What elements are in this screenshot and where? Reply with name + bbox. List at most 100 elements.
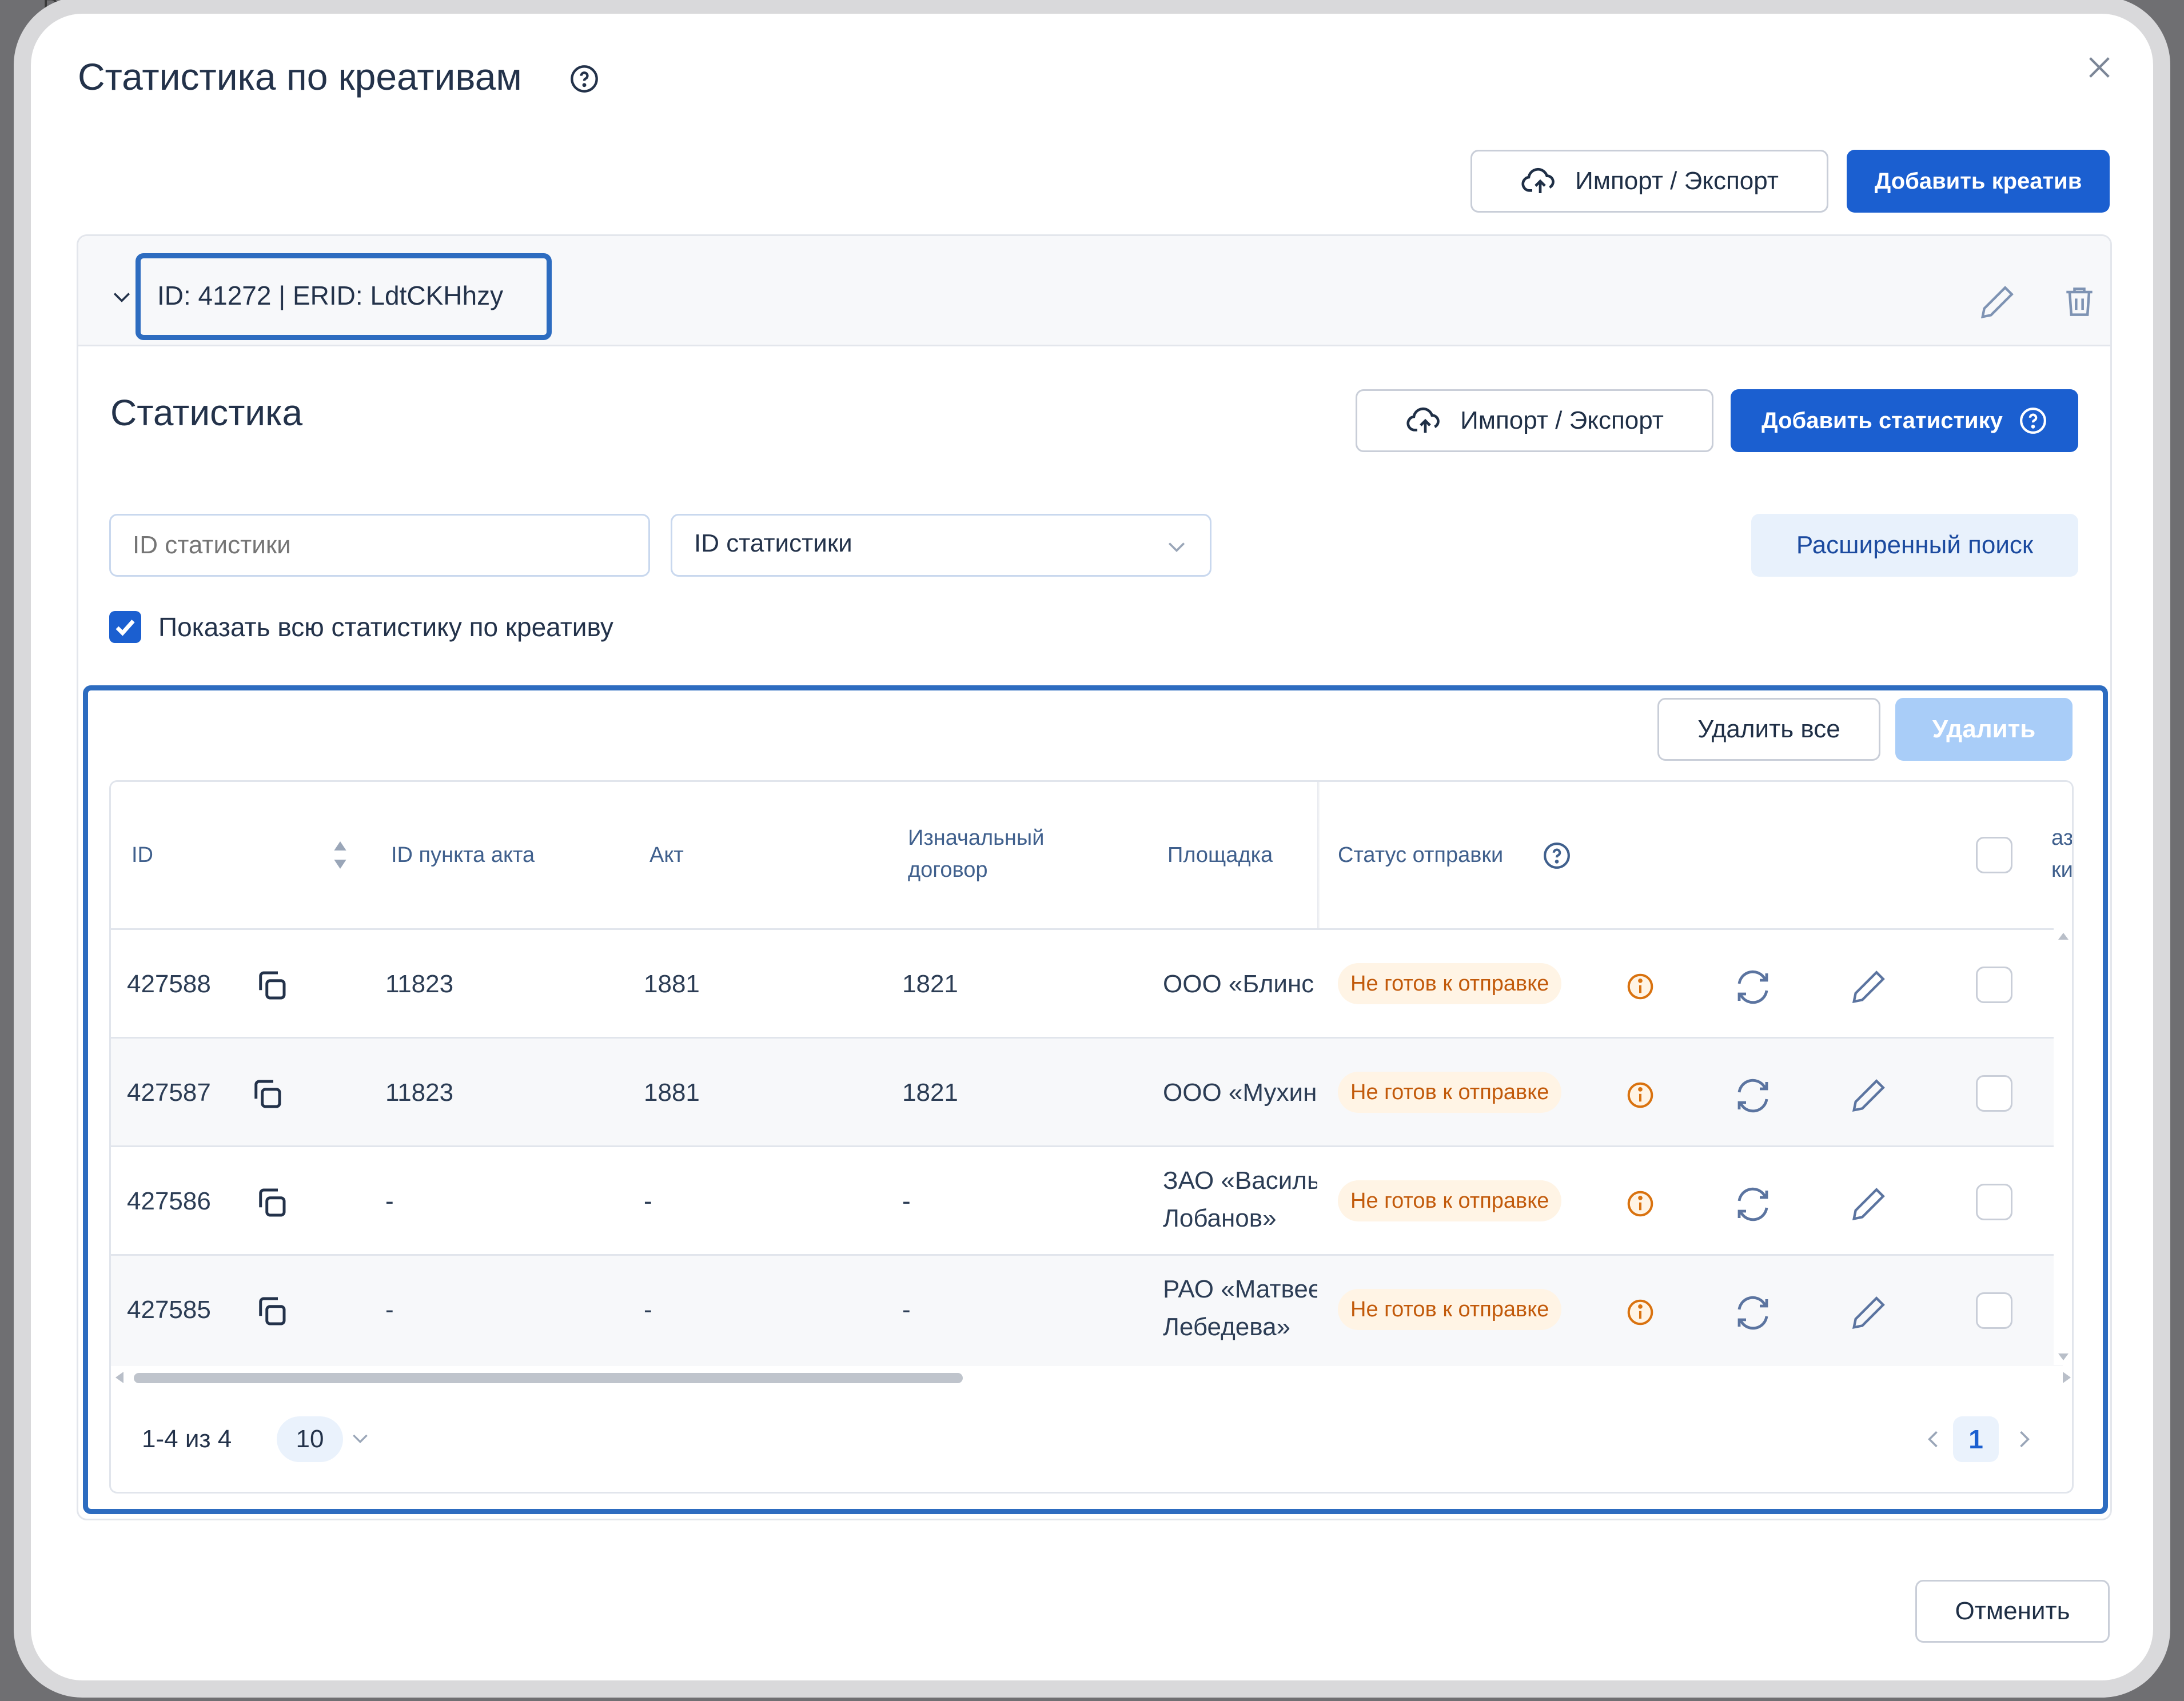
table-row: 427587 11823 1881 1821 ООО «Мухин Не гот… [111,1037,2063,1147]
row-platform-line2: Лобанов» [1163,1204,1277,1232]
horizontal-scrollbar[interactable] [111,1366,2072,1389]
row-platform: ООО «Мухин [1163,1079,1317,1107]
chevron-down-icon [1164,534,1189,559]
row-contract: - [902,1296,911,1324]
top-import-export-button[interactable]: Импорт / Экспорт [1470,150,1828,213]
table-row: 427588 11823 1881 1821 ООО «Блинс Не гот… [111,928,2063,1039]
pencil-icon[interactable] [1849,1292,1889,1332]
row-act: 1881 [644,1079,700,1107]
row-contract: - [902,1187,911,1215]
bg-required-mark: * [16,275,26,305]
column-original-contract: Изначальный договор [908,826,1045,882]
row-id: 427585 [127,1296,211,1324]
pencil-icon[interactable] [1849,1184,1889,1224]
page-size-select[interactable]: 10 [277,1416,343,1462]
page-number-current[interactable]: 1 [1953,1416,1999,1462]
section-title: Статистика [110,392,303,433]
row-id: 427586 [127,1187,211,1215]
info-icon[interactable] [1625,1080,1656,1111]
chevron-right-icon[interactable] [2011,1427,2036,1452]
modal-title: Статистика по креативам [78,55,522,98]
pencil-icon[interactable] [1978,282,2018,322]
stat-import-export-button[interactable]: Импорт / Экспорт [1356,389,1713,452]
delete-button[interactable]: Удалить [1895,698,2073,761]
chevron-down-icon[interactable] [349,1427,372,1450]
search-field-select-value: ID статистики [694,529,852,557]
table-row: 427586 - - - ЗАО «Василь Лобанов» Не гот… [111,1145,2063,1256]
show-all-checkbox[interactable] [109,611,141,643]
column-act: Акт [649,843,684,867]
row-contract: 1821 [902,970,958,998]
info-icon[interactable] [1625,1188,1656,1219]
row-id: 427587 [127,1079,211,1107]
chevron-left-icon[interactable] [1921,1427,1946,1452]
stat-id-search-input[interactable] [109,514,650,577]
row-id: 427588 [127,970,211,998]
row-checkbox[interactable] [1976,1292,2012,1329]
table-row: 427585 - - - РАО «Матвее Лебедева» Не го… [111,1254,2063,1367]
upload-cloud-icon [1405,405,1445,437]
row-checkbox[interactable] [1976,1184,2012,1220]
row-contract: 1821 [902,1079,958,1107]
row-act-item: 11823 [385,1079,454,1107]
pagination-range: 1-4 из 4 [142,1425,232,1453]
column-act-item-id: ID пункта акта [391,843,535,867]
column-platform: Площадка [1167,843,1273,867]
show-all-label: Показать всю статистику по креативу [158,612,613,642]
stats-table: ID ID пункта акта Акт Изначальный догово… [109,780,2074,1494]
pencil-icon[interactable] [1849,1075,1889,1115]
status-badge: Не готов к отправке [1338,1180,1562,1221]
copy-icon[interactable] [253,967,290,1004]
check-icon [109,611,141,643]
row-act: - [644,1296,652,1324]
creative-header-highlight [135,253,552,340]
refresh-icon[interactable] [1732,1184,1773,1225]
column-send-status: Статус отправки [1338,843,1504,867]
row-act-item: 11823 [385,970,454,998]
sort-icon[interactable] [330,837,350,873]
refresh-icon[interactable] [1732,967,1773,1008]
column-id[interactable]: ID [131,839,153,871]
help-circle-icon[interactable] [569,64,599,94]
row-platform: ЗАО «Василь [1163,1167,1317,1195]
vertical-scrollbar[interactable] [2054,928,2072,1365]
row-act-item: - [385,1296,394,1324]
row-platform-line2: Лебедева» [1163,1313,1291,1341]
bg-required-mark: * [16,452,26,482]
trash-icon[interactable] [2060,282,2099,322]
creative-card: ID: 41272 | ERID: LdtCKHhzy Статистика И… [77,234,2112,1520]
close-icon[interactable] [2083,51,2115,83]
row-checkbox[interactable] [1976,967,2012,1003]
status-badge: Не готов к отправке [1338,963,1562,1004]
copy-icon[interactable] [248,1075,286,1113]
upload-cloud-icon [1520,165,1560,197]
top-import-export-label: Импорт / Экспорт [1575,167,1779,195]
advanced-search-button[interactable]: Расширенный поиск [1751,514,2078,577]
info-icon[interactable] [1625,971,1656,1002]
column-truncated: аз ки [2051,826,2074,882]
status-badge: Не готов к отправке [1338,1289,1562,1330]
row-act: 1881 [644,970,700,998]
row-act-item: - [385,1187,394,1215]
row-act: - [644,1187,652,1215]
search-field-select[interactable]: ID статистики [671,514,1211,577]
select-all-checkbox[interactable] [1976,837,2012,873]
add-statistics-label: Добавить статистику [1761,408,2003,433]
chevron-down-icon[interactable] [109,284,134,309]
pencil-icon[interactable] [1849,967,1889,1007]
help-circle-icon[interactable] [1543,841,1571,870]
help-circle-icon [2019,406,2047,435]
refresh-icon[interactable] [1732,1292,1773,1333]
add-statistics-button[interactable]: Добавить статистику [1731,389,2078,452]
info-icon[interactable] [1625,1297,1656,1328]
stat-import-export-label: Импорт / Экспорт [1460,406,1664,434]
row-platform: ООО «Блинс [1163,970,1314,998]
delete-all-button[interactable]: Удалить все [1657,698,1880,761]
cancel-button[interactable]: Отменить [1915,1580,2110,1643]
refresh-icon[interactable] [1732,1075,1773,1116]
row-checkbox[interactable] [1976,1075,2012,1112]
copy-icon[interactable] [253,1184,290,1221]
copy-icon[interactable] [253,1292,290,1330]
add-creative-button[interactable]: Добавить креатив [1847,150,2110,213]
row-platform: РАО «Матвее [1163,1275,1317,1303]
